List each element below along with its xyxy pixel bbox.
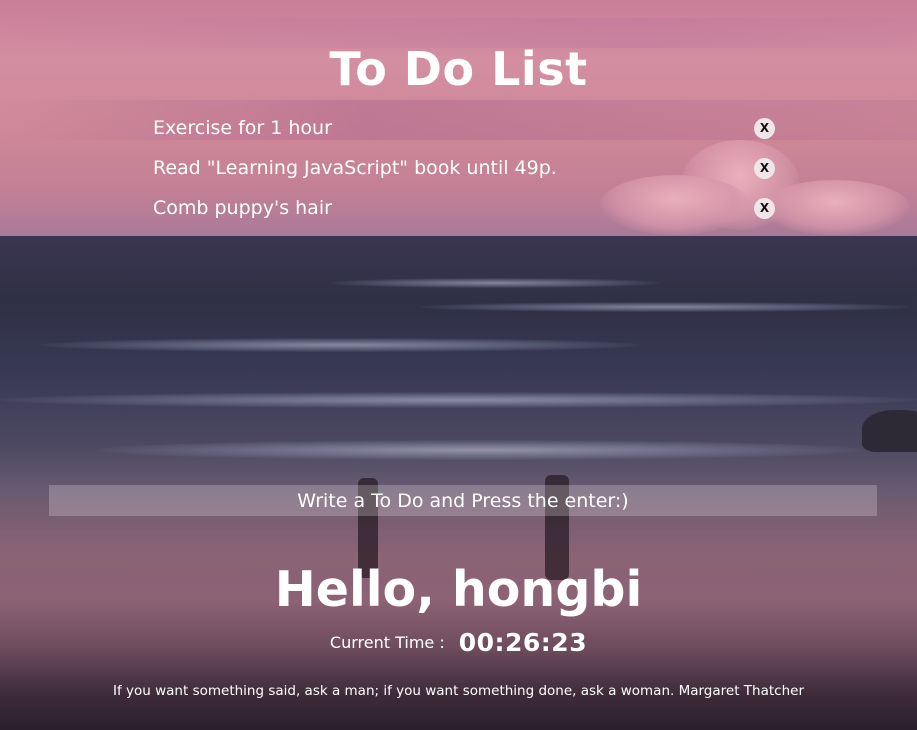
page-title: To Do List (329, 42, 588, 96)
greeting: Hello, hongbi (274, 561, 643, 618)
wave (0, 392, 917, 408)
wave (40, 338, 640, 352)
clock-time: 00:26:23 (458, 628, 588, 657)
todo-item: Exercise for 1 hour X (153, 108, 775, 148)
clock: Current Time : 00:26:23 (0, 628, 917, 657)
wave (330, 278, 660, 288)
cloud (760, 180, 910, 235)
delete-todo-button[interactable]: X (754, 157, 775, 179)
quote: If you want something said, ask a man; i… (113, 683, 804, 699)
rock (862, 410, 917, 452)
todo-form (49, 485, 877, 516)
clock-label: Current Time : (329, 633, 445, 652)
todo-item: Read "Learning JavaScript" book until 49… (153, 148, 775, 188)
wave (100, 440, 860, 460)
wave (420, 302, 910, 312)
todo-item: Comb puppy's hair X (153, 188, 775, 228)
todo-list: Exercise for 1 hour X Read "Learning Jav… (153, 108, 775, 228)
delete-todo-button[interactable]: X (754, 197, 775, 219)
todo-text: Comb puppy's hair (153, 197, 332, 219)
todo-text: Exercise for 1 hour (153, 117, 332, 139)
todo-input[interactable] (49, 485, 877, 516)
delete-todo-button[interactable]: X (754, 117, 775, 139)
todo-text: Read "Learning JavaScript" book until 49… (153, 157, 557, 179)
